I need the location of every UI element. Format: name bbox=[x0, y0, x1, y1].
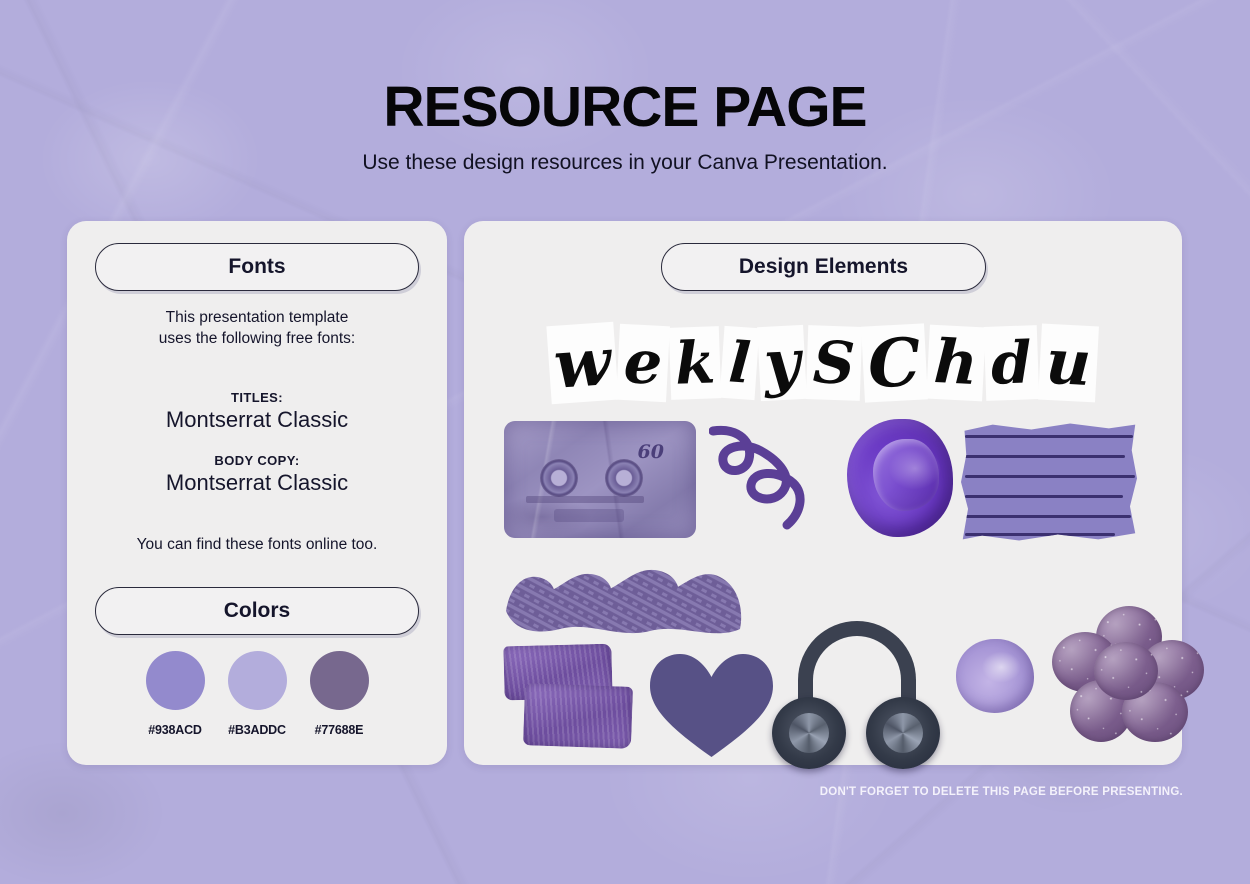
body-copy-font-value: Montserrat Classic bbox=[165, 470, 349, 495]
note-script-line bbox=[965, 515, 1131, 518]
cassette-reel-right bbox=[605, 459, 643, 497]
heart-svg bbox=[650, 654, 773, 757]
body-copy-font-label: BODY COPY: bbox=[214, 453, 300, 468]
wave-svg bbox=[506, 569, 742, 634]
ransom-letter: k bbox=[668, 326, 722, 400]
squiggle-line-graphic bbox=[708, 421, 827, 541]
ransom-letter: w bbox=[546, 321, 619, 405]
paint-dab-body bbox=[956, 639, 1034, 713]
page-header: RESOURCE PAGE Use these design resources… bbox=[0, 0, 1250, 175]
page-subtitle: Use these design resources in your Canva… bbox=[362, 151, 888, 174]
ransom-letter: d bbox=[984, 325, 1040, 401]
headphones-earcup-right bbox=[866, 697, 940, 769]
cassette-length-label: 60 bbox=[637, 441, 664, 463]
color-swatch-dot bbox=[227, 651, 287, 710]
color-swatch-item: #B3ADDC bbox=[222, 651, 292, 737]
design-elements-label: Design Elements bbox=[738, 255, 909, 278]
squiggle-svg bbox=[708, 425, 805, 530]
ransom-letter: e bbox=[615, 323, 670, 403]
note-paper bbox=[961, 423, 1137, 541]
paint-dab-circle-graphic bbox=[956, 639, 1034, 713]
cassette-window bbox=[554, 509, 624, 522]
cassette-label-strip bbox=[526, 496, 644, 503]
color-swatch-dot bbox=[309, 651, 369, 710]
paint-blob-swirl bbox=[873, 439, 939, 511]
fonts-outro-text: You can find these fonts online too. bbox=[136, 536, 378, 553]
fonts-intro-text: This presentation template uses the foll… bbox=[158, 309, 356, 348]
color-swatch-hex-label: #938ACD bbox=[148, 723, 202, 737]
heart-shape-graphic bbox=[648, 653, 775, 758]
cassette-reel-left bbox=[540, 459, 578, 497]
note-script-line bbox=[965, 455, 1125, 458]
color-swatch-dot bbox=[145, 651, 205, 710]
titles-font-label: TITLES: bbox=[231, 390, 283, 405]
color-swatch-hex-label: #B3ADDC bbox=[228, 723, 286, 737]
ransom-letter: u bbox=[1038, 323, 1100, 403]
paint-blob-graphic bbox=[847, 419, 953, 537]
ransom-letter: S bbox=[806, 325, 863, 401]
handwritten-note-scrap-graphic bbox=[961, 421, 1137, 543]
titles-font-value: Montserrat Classic bbox=[165, 407, 349, 432]
fonts-and-colors-card: Fonts This presentation template uses th… bbox=[67, 221, 447, 765]
design-elements-section-header: Design Elements bbox=[661, 243, 986, 291]
glitter-flower-graphic bbox=[1052, 606, 1204, 746]
note-script-line bbox=[965, 495, 1123, 498]
color-swatch-item: #938ACD bbox=[140, 651, 210, 737]
brushstroke-lower bbox=[522, 683, 634, 749]
note-script-line bbox=[965, 435, 1133, 438]
ransom-note-lettering: weklySChdu bbox=[464, 318, 1182, 408]
wave-shape-graphic bbox=[504, 563, 747, 645]
note-script-line bbox=[965, 533, 1115, 536]
color-swatch-hex-label: #77688E bbox=[314, 723, 364, 737]
ransom-letter: h bbox=[925, 324, 986, 402]
page-title: RESOURCE PAGE bbox=[383, 75, 867, 139]
note-script-line bbox=[965, 475, 1135, 478]
ransom-letter: y bbox=[757, 324, 808, 402]
colors-section-label: Colors bbox=[223, 599, 291, 622]
ransom-letter: l bbox=[719, 325, 760, 401]
fonts-section-label: Fonts bbox=[228, 255, 286, 278]
flower-center bbox=[1094, 642, 1158, 700]
fonts-section-header: Fonts bbox=[95, 243, 419, 291]
design-elements-card: Design Elements weklySChdu 60 bbox=[464, 221, 1204, 769]
headphones-earcup-left bbox=[772, 697, 846, 769]
delete-page-reminder: DON'T FORGET TO DELETE THIS PAGE BEFORE … bbox=[819, 786, 1183, 798]
brushstroke-graphic bbox=[503, 641, 636, 751]
color-swatch-list: #938ACD #B3ADDC #77688E bbox=[67, 651, 447, 737]
colors-section-header: Colors bbox=[95, 587, 419, 635]
color-swatch-item: #77688E bbox=[304, 651, 374, 737]
headphones-graphic bbox=[772, 621, 940, 769]
ransom-letter: C bbox=[861, 323, 928, 403]
cassette-tape-graphic: 60 bbox=[504, 421, 696, 538]
